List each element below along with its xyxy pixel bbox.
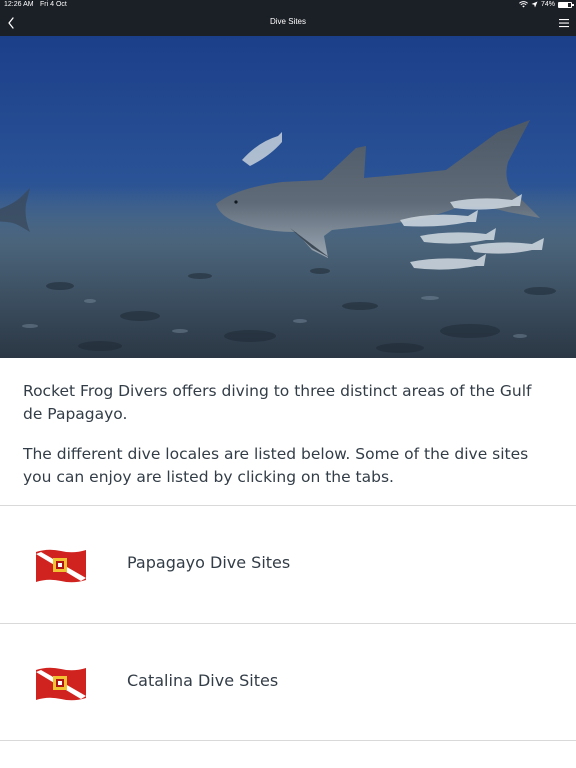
page-title: Dive Sites (269, 17, 306, 26)
dive-flag-icon (36, 549, 86, 583)
wifi-icon (519, 1, 528, 8)
list-item-label: Papagayo Dive Sites (127, 553, 291, 572)
status-time: 12:26 AM (4, 1, 34, 8)
list-item-papagayo-dive-sites[interactable]: Papagayo Dive Sites (0, 505, 576, 623)
intro-paragraph-2: The different dive locales are listed be… (23, 445, 529, 486)
battery-percent: 74% (540, 1, 555, 8)
battery-icon (558, 1, 574, 8)
battery-level (559, 2, 568, 7)
hamburger-menu-icon[interactable] (558, 17, 570, 29)
intro-text: Rocket Frog Divers offers diving to thre… (23, 380, 553, 506)
location-arrow-icon (531, 1, 538, 8)
dive-flag-icon (36, 667, 86, 701)
intro-paragraph-1: Rocket Frog Divers offers diving to thre… (23, 382, 532, 423)
status-bar: 12:26 AM Fri 4 Oct 74% (0, 0, 576, 11)
list-item-catalina-dive-sites[interactable]: Catalina Dive Sites (0, 623, 576, 741)
status-date: Fri 4 Oct (40, 1, 67, 8)
hero-image-shark (0, 36, 576, 358)
dive-sites-list: Papagayo Dive Sites Catalina Dive Sites (0, 505, 576, 741)
list-item-label: Catalina Dive Sites (127, 671, 279, 690)
status-indicators: 74% (519, 1, 574, 8)
navigation-bar: Dive Sites (0, 11, 576, 36)
